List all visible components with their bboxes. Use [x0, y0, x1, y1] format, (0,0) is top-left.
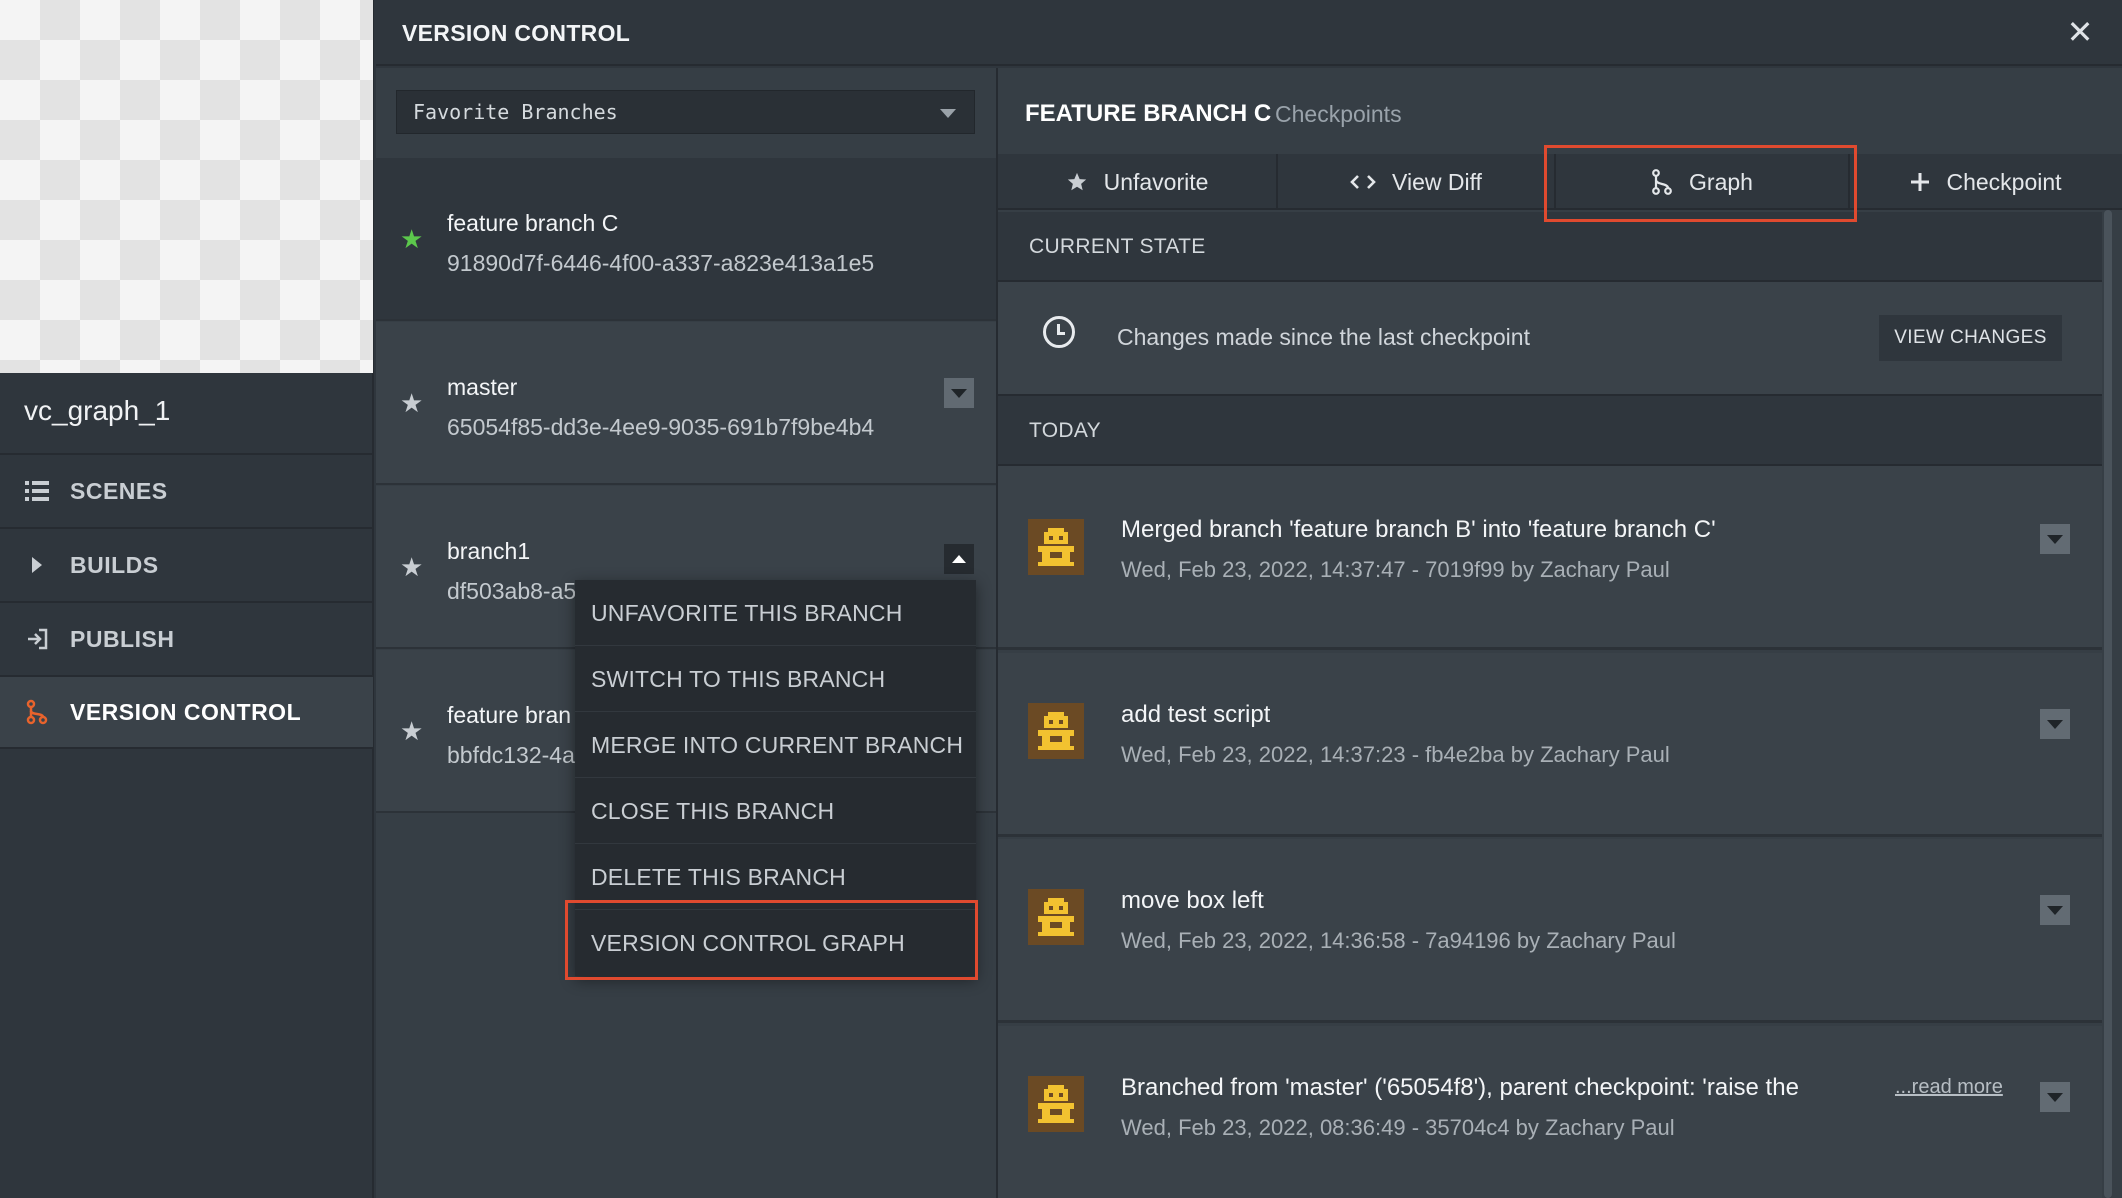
checkpoint-panel: FEATURE BRANCH C Checkpoints Unfavorite …: [998, 68, 2122, 1198]
close-button[interactable]: ✕: [2062, 14, 2098, 50]
checkpoint-title: move box left: [1121, 887, 1264, 914]
checkpoint-item[interactable]: Merged branch 'feature branch B' into 'f…: [998, 466, 2102, 650]
sidebar-item-label: PUBLISH: [70, 625, 175, 652]
list-icon: [24, 478, 50, 504]
star-icon[interactable]: ★: [400, 552, 423, 583]
sidebar-item-builds[interactable]: BUILDS: [0, 527, 373, 601]
branch-name: feature branch C: [447, 210, 619, 236]
chevron-down-icon: [2047, 905, 2063, 915]
branch-title: FEATURE BRANCH C: [1025, 100, 1272, 127]
checkpoint-title: Branched from 'master' ('65054f8'), pare…: [1121, 1074, 1799, 1101]
checkpoint-meta: Wed, Feb 23, 2022, 14:37:23 - fb4e2ba by…: [1121, 742, 1670, 767]
chevron-down-icon: [951, 388, 967, 398]
menu-item-switch-branch[interactable]: SWITCH TO THIS BRANCH: [575, 646, 976, 712]
checkpoint-meta: Wed, Feb 23, 2022, 14:36:58 - 7a94196 by…: [1121, 928, 1676, 953]
menu-item-version-control-graph[interactable]: VERSION CONTROL GRAPH: [575, 910, 976, 976]
tab-label: Checkpoint: [1946, 168, 2062, 195]
branch-filter-value: Favorite Branches: [413, 100, 618, 124]
clock-icon: [1043, 316, 1075, 348]
tab-label: Graph: [1689, 168, 1753, 195]
close-icon: ✕: [2066, 14, 2094, 50]
tab-label: View Diff: [1392, 168, 1482, 195]
tab-label: Unfavorite: [1103, 168, 1209, 195]
sidebar-item-label: SCENES: [70, 477, 168, 504]
branch-filter-select[interactable]: Favorite Branches: [396, 90, 975, 134]
unfavorite-button[interactable]: Unfavorite: [998, 154, 1278, 210]
checkpoint-item[interactable]: move box left Wed, Feb 23, 2022, 14:36:5…: [998, 839, 2102, 1023]
detail-header: FEATURE BRANCH C Checkpoints: [998, 68, 2122, 154]
sidebar-item-publish[interactable]: PUBLISH: [0, 601, 373, 675]
branch-name: master: [447, 374, 518, 400]
sidebar: vc_graph_1 SCENES BUILDS PUBLISH VERSION…: [0, 0, 374, 1198]
star-icon[interactable]: ★: [400, 224, 423, 255]
chevron-up-icon: [952, 555, 966, 563]
graph-button[interactable]: Graph: [1556, 154, 1850, 210]
star-icon: [1066, 171, 1088, 193]
sidebar-nav: SCENES BUILDS PUBLISH VERSION CONTROL: [0, 453, 373, 749]
publish-icon: [24, 626, 50, 652]
checkpoint-title: Merged branch 'feature branch B' into 'f…: [1121, 516, 1716, 543]
sidebar-item-label: BUILDS: [70, 551, 159, 578]
current-state-text: Changes made since the last checkpoint: [1117, 324, 1530, 350]
today-header: TODAY: [998, 396, 2102, 466]
branch-menu-toggle[interactable]: [944, 378, 974, 408]
view-diff-button[interactable]: View Diff: [1278, 154, 1556, 210]
project-thumbnail[interactable]: [0, 0, 373, 373]
panel-header: VERSION CONTROL ✕: [376, 0, 2122, 66]
scrollbar[interactable]: [2104, 210, 2112, 1198]
checkpoint-meta: Wed, Feb 23, 2022, 08:36:49 - 35704c4 by…: [1121, 1115, 1675, 1140]
star-icon[interactable]: ★: [400, 388, 423, 419]
branch-context-menu: UNFAVORITE THIS BRANCH SWITCH TO THIS BR…: [575, 580, 976, 976]
checkpoint-expand-toggle[interactable]: [2040, 895, 2070, 925]
checkpoint-item[interactable]: Branched from 'master' ('65054f8'), pare…: [998, 1026, 2102, 1198]
avatar: [1028, 703, 1084, 759]
branch-item[interactable]: ★ master 65054f85-dd3e-4ee9-9035-691b7f9…: [376, 322, 996, 485]
detail-subtitle: Checkpoints: [1275, 101, 1402, 127]
branch-name: branch1: [447, 538, 531, 564]
branch-icon: [24, 699, 50, 725]
read-more-link[interactable]: ...read more: [1895, 1076, 2003, 1099]
branch-item-current[interactable]: ★ feature branch C 91890d7f-6446-4f00-a3…: [376, 158, 996, 321]
branch-hash: bbfdc132-4a: [447, 742, 575, 768]
sidebar-item-version-control[interactable]: VERSION CONTROL: [0, 675, 373, 749]
sidebar-item-label: VERSION CONTROL: [70, 698, 302, 725]
menu-item-delete-branch[interactable]: DELETE THIS BRANCH: [575, 844, 976, 910]
play-icon: [24, 552, 50, 578]
avatar: [1028, 1076, 1084, 1132]
project-name: vc_graph_1: [24, 395, 171, 426]
code-icon: [1350, 173, 1376, 191]
star-icon[interactable]: ★: [400, 716, 423, 747]
checkpoint-title: add test script: [1121, 701, 1271, 728]
add-checkpoint-button[interactable]: Checkpoint: [1850, 154, 2122, 210]
menu-item-close-branch[interactable]: CLOSE THIS BRANCH: [575, 778, 976, 844]
current-state-row: Changes made since the last checkpoint V…: [998, 282, 2102, 396]
checkpoint-expand-toggle[interactable]: [2040, 709, 2070, 739]
chevron-down-icon: [2047, 534, 2063, 544]
checkpoint-meta: Wed, Feb 23, 2022, 14:37:47 - 7019f99 by…: [1121, 557, 1670, 582]
chevron-down-icon: [2047, 719, 2063, 729]
checkpoint-expand-toggle[interactable]: [2040, 524, 2070, 554]
page-title: VERSION CONTROL: [402, 20, 631, 46]
branch-hash: df503ab8-a5: [447, 578, 577, 604]
avatar: [1028, 889, 1084, 945]
plus-icon: [1910, 172, 1930, 192]
menu-item-unfavorite[interactable]: UNFAVORITE THIS BRANCH: [575, 580, 976, 646]
action-tabs: Unfavorite View Diff Graph Checkpoint: [998, 154, 2122, 210]
branch-hash: 91890d7f-6446-4f00-a337-a823e413a1e5: [447, 250, 875, 276]
view-changes-button[interactable]: VIEW CHANGES: [1879, 315, 2062, 361]
chevron-down-icon: [940, 109, 956, 118]
sidebar-item-scenes[interactable]: SCENES: [0, 453, 373, 527]
branch-menu-toggle[interactable]: [944, 544, 974, 574]
chevron-down-icon: [2047, 1092, 2063, 1102]
checkpoint-item[interactable]: add test script Wed, Feb 23, 2022, 14:37…: [998, 653, 2102, 837]
branch-name: feature bran: [447, 702, 572, 728]
avatar: [1028, 519, 1084, 575]
graph-icon: [1651, 169, 1673, 195]
menu-item-merge-branch[interactable]: MERGE INTO CURRENT BRANCH: [575, 712, 976, 778]
checkpoint-expand-toggle[interactable]: [2040, 1082, 2070, 1112]
branch-hash: 65054f85-dd3e-4ee9-9035-691b7f9be4b4: [447, 414, 875, 440]
current-state-header: CURRENT STATE: [998, 212, 2102, 282]
